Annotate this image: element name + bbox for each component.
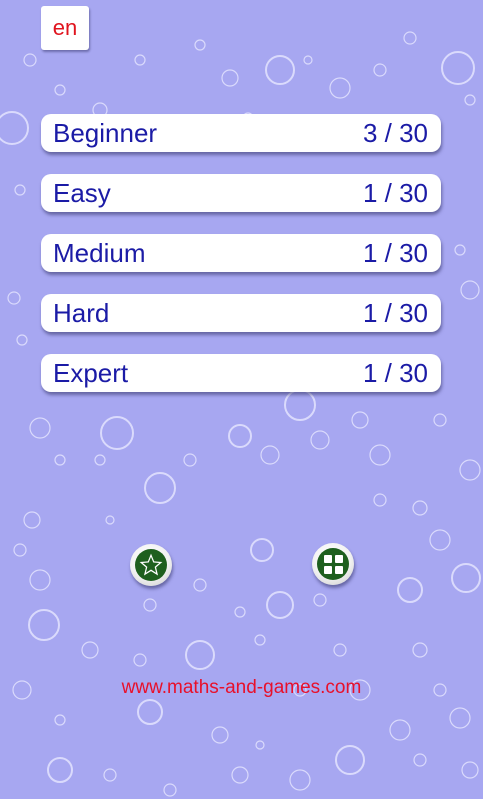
bubble (163, 783, 177, 797)
bubble (389, 719, 411, 741)
bubble (194, 39, 206, 51)
bubble (403, 31, 417, 45)
bubble (451, 563, 481, 593)
bubble (221, 69, 239, 87)
bubble (289, 769, 311, 791)
bubble (250, 538, 274, 562)
level-progress: 3 / 30 (362, 117, 428, 148)
bubble (460, 280, 480, 300)
star-icon (135, 549, 167, 581)
bubble (412, 500, 428, 516)
bubble (313, 593, 327, 607)
bubble (211, 726, 229, 744)
level-menu-button[interactable] (312, 543, 354, 585)
level-easy-button[interactable]: Easy 1 / 30 (41, 174, 441, 212)
bubble (255, 740, 265, 750)
bubble (137, 699, 163, 725)
level-beginner-button[interactable]: Beginner 3 / 30 (41, 114, 441, 152)
bubble (47, 757, 73, 783)
bubble (133, 653, 147, 667)
bubble (29, 417, 51, 439)
bubble (413, 753, 427, 767)
level-name: Medium (53, 237, 146, 268)
bubble (373, 493, 387, 507)
bubble (461, 761, 479, 779)
bubble (433, 413, 447, 427)
bubble (100, 416, 134, 450)
bubble (81, 641, 99, 659)
bubble (183, 453, 197, 467)
bubble (429, 529, 451, 551)
level-progress: 1 / 30 (362, 357, 428, 388)
bubble (303, 55, 313, 65)
favorites-button[interactable] (130, 544, 172, 586)
bubble (333, 643, 347, 657)
bubble (13, 543, 27, 557)
bubble (369, 444, 391, 466)
level-name: Hard (53, 297, 110, 328)
bubble (185, 640, 215, 670)
bubble (23, 511, 41, 529)
level-name: Easy (53, 177, 111, 208)
level-name: Expert (53, 357, 129, 388)
grid-icon (317, 548, 349, 580)
bubble (23, 53, 37, 67)
bubble (459, 459, 481, 481)
bubble (0, 111, 29, 145)
bubble (16, 334, 28, 346)
bubble (29, 569, 51, 591)
bubble (144, 472, 176, 504)
bubble (54, 714, 66, 726)
level-name: Beginner (53, 117, 158, 148)
level-hard-button[interactable]: Hard 1 / 30 (41, 294, 441, 332)
level-progress: 1 / 30 (362, 297, 428, 328)
bubble (234, 606, 246, 618)
bubble (254, 634, 266, 646)
level-list: Beginner 3 / 30 Easy 1 / 30 Medium 1 / 3… (41, 114, 441, 414)
bubble (28, 609, 60, 641)
level-expert-button[interactable]: Expert 1 / 30 (41, 354, 441, 392)
bubble (143, 598, 157, 612)
bubble (397, 577, 423, 603)
bubble (373, 63, 387, 77)
bubble (464, 94, 476, 106)
bubble (441, 51, 475, 85)
bubble (412, 642, 428, 658)
bubble (310, 430, 330, 450)
bubble (265, 55, 295, 85)
level-progress: 1 / 30 (362, 177, 428, 208)
bubble (329, 77, 351, 99)
website-link[interactable]: www.maths-and-games.com (0, 677, 483, 699)
bubble (94, 454, 106, 466)
bubble (54, 84, 66, 96)
bubble (260, 445, 280, 465)
bubble (449, 707, 471, 729)
level-medium-button[interactable]: Medium 1 / 30 (41, 234, 441, 272)
bubble (193, 578, 207, 592)
bubble (228, 424, 252, 448)
bubble (454, 244, 466, 256)
bubble (134, 54, 146, 66)
bubble (54, 454, 66, 466)
bubble (105, 515, 115, 525)
level-progress: 1 / 30 (362, 237, 428, 268)
bubble (231, 766, 249, 784)
bubble (14, 184, 26, 196)
bubble (266, 591, 294, 619)
bubble (335, 745, 365, 775)
language-button[interactable]: en (41, 6, 89, 50)
bubble (103, 768, 117, 782)
bubble (351, 411, 369, 429)
bubble (7, 291, 21, 305)
